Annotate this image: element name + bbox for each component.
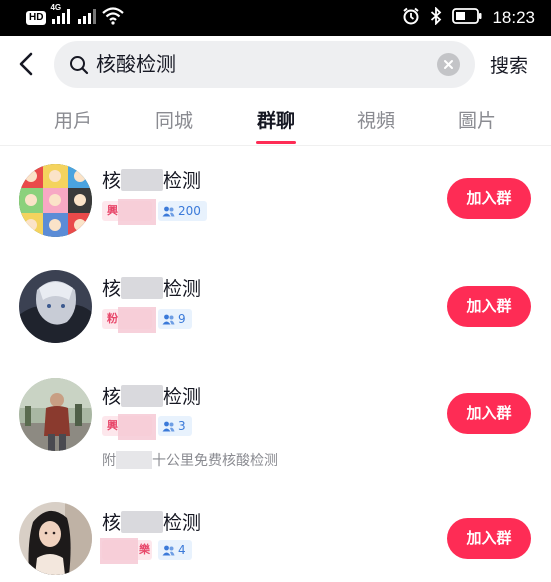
search-button[interactable]: 搜索 bbox=[490, 51, 528, 78]
result-tabs: 用戶 同城 群聊 視頻 圖片 bbox=[0, 100, 551, 146]
group-title-start: 核 bbox=[102, 278, 122, 300]
signal-icon bbox=[76, 8, 98, 29]
category-tag: 興 bbox=[102, 199, 156, 225]
members-icon bbox=[162, 545, 175, 555]
group-title: 核 检测 bbox=[102, 274, 201, 301]
group-title-start: 核 bbox=[102, 512, 122, 534]
group-description: 附 十公里免费核酸检测 bbox=[102, 450, 278, 470]
member-count: 4 bbox=[178, 543, 186, 557]
group-result-row[interactable]: 核 检测 樂 4 加入群 bbox=[0, 492, 551, 582]
category-tag: 粉 bbox=[102, 307, 156, 333]
group-title: 核 检测 bbox=[102, 382, 201, 409]
group-avatar bbox=[19, 270, 92, 343]
bluetooth-icon bbox=[430, 5, 442, 30]
member-count-badge: 3 bbox=[158, 416, 192, 436]
group-title-end: 检测 bbox=[163, 512, 202, 534]
category-tag: 興 bbox=[102, 414, 156, 440]
redaction-mask bbox=[121, 277, 164, 299]
join-group-button[interactable]: 加入群 bbox=[447, 393, 531, 434]
redaction-mask bbox=[100, 538, 138, 564]
status-bar: HD 4G 18:23 bbox=[0, 0, 551, 36]
join-group-button[interactable]: 加入群 bbox=[447, 518, 531, 559]
tab-users[interactable]: 用戶 bbox=[43, 106, 103, 133]
clear-icon[interactable] bbox=[437, 53, 460, 76]
member-count-badge: 9 bbox=[158, 309, 192, 329]
status-time: 18:23 bbox=[492, 8, 535, 27]
hd-icon: HD bbox=[26, 11, 47, 25]
tab-videos[interactable]: 視頻 bbox=[346, 106, 406, 133]
group-tags: 興 3 bbox=[102, 414, 192, 440]
tab-group-chat[interactable]: 群聊 bbox=[246, 106, 306, 133]
join-group-button[interactable]: 加入群 bbox=[447, 178, 531, 219]
category-tag-text: 粉 bbox=[107, 312, 118, 325]
members-icon bbox=[162, 206, 175, 216]
wifi-icon bbox=[102, 6, 125, 30]
redaction-mask bbox=[121, 511, 164, 533]
member-count: 3 bbox=[178, 419, 186, 433]
members-icon bbox=[162, 421, 175, 431]
battery-icon bbox=[452, 7, 482, 29]
signal-icon: 4G bbox=[50, 3, 72, 29]
redaction-mask bbox=[116, 451, 152, 469]
status-left: HD 4G bbox=[26, 3, 125, 30]
group-avatar bbox=[19, 164, 92, 237]
group-avatar bbox=[19, 502, 92, 575]
member-count-badge: 4 bbox=[158, 540, 192, 560]
status-right: 18:23 bbox=[402, 5, 535, 30]
back-button[interactable] bbox=[14, 50, 42, 78]
category-tag: 樂 bbox=[100, 538, 152, 564]
search-input[interactable]: 核酸检测 bbox=[54, 41, 475, 88]
tab-images[interactable]: 圖片 bbox=[447, 106, 507, 133]
redaction-mask bbox=[118, 414, 156, 440]
group-description-start: 附 bbox=[102, 453, 116, 469]
group-title: 核 检测 bbox=[102, 508, 201, 535]
active-tab-indicator bbox=[256, 141, 296, 144]
redaction-mask bbox=[121, 385, 164, 407]
group-tags: 粉 9 bbox=[102, 307, 192, 333]
group-title-end: 检测 bbox=[163, 386, 202, 408]
join-group-button[interactable]: 加入群 bbox=[447, 286, 531, 327]
category-tag-text: 興 bbox=[107, 419, 118, 432]
group-result-row[interactable]: 核 检测 粉 9 加入群 bbox=[0, 258, 551, 366]
group-description-end: 十公里免费核酸检测 bbox=[152, 453, 278, 469]
group-title-end: 检测 bbox=[163, 278, 202, 300]
redaction-mask bbox=[121, 169, 164, 191]
group-tags: 樂 4 bbox=[100, 538, 192, 564]
category-tag-text: 興 bbox=[107, 204, 118, 217]
members-icon bbox=[162, 314, 175, 324]
member-count: 200 bbox=[178, 204, 201, 218]
group-title-start: 核 bbox=[102, 170, 122, 192]
group-title-end: 检测 bbox=[163, 170, 202, 192]
tab-nearby[interactable]: 同城 bbox=[144, 106, 204, 133]
chevron-left-icon bbox=[19, 52, 33, 76]
group-avatar bbox=[19, 378, 92, 451]
network-type-label: 4G bbox=[50, 2, 62, 12]
search-icon bbox=[70, 56, 89, 75]
group-title: 核 检测 bbox=[102, 166, 201, 193]
redaction-mask bbox=[118, 307, 156, 333]
group-result-row[interactable]: 核 检测 興 200 加入群 bbox=[0, 150, 551, 258]
redaction-mask bbox=[118, 199, 156, 225]
search-query-text: 核酸检测 bbox=[96, 52, 176, 76]
group-result-row[interactable]: 核 检测 興 3 附 十公里免费核酸检测 加入群 bbox=[0, 366, 551, 474]
alarm-icon bbox=[402, 7, 420, 30]
member-count-badge: 200 bbox=[158, 201, 207, 221]
category-tag-text: 樂 bbox=[139, 543, 150, 556]
member-count: 9 bbox=[178, 312, 186, 326]
group-tags: 興 200 bbox=[102, 199, 207, 225]
group-title-start: 核 bbox=[102, 386, 122, 408]
